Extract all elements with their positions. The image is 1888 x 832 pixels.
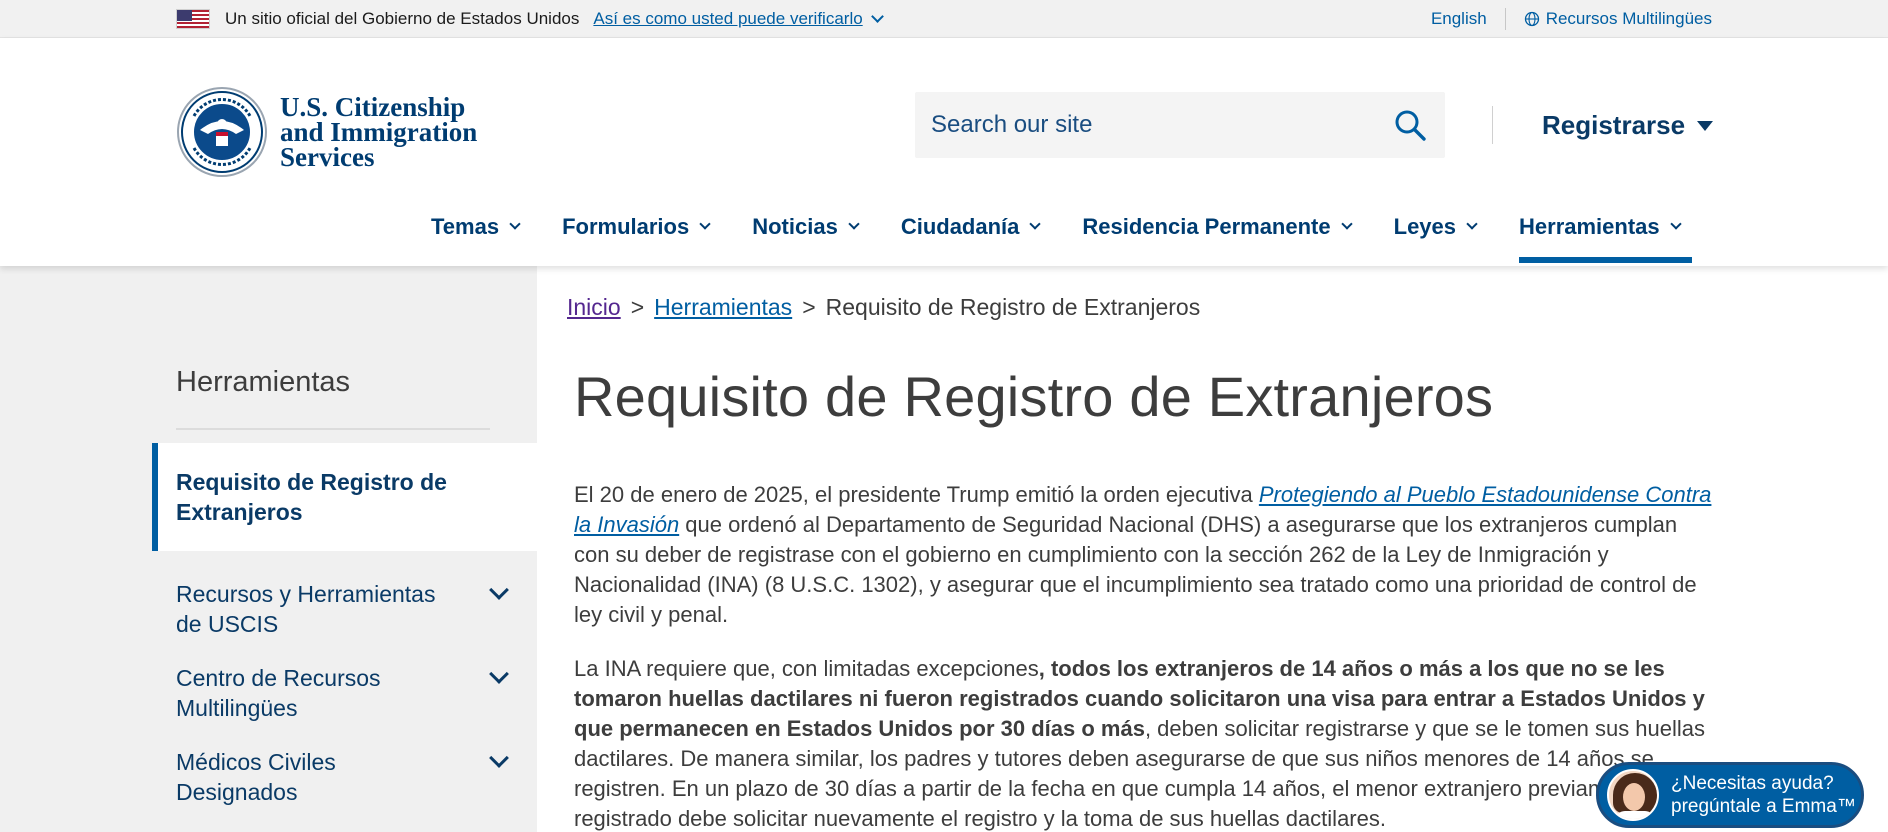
search-input[interactable]	[915, 111, 1375, 139]
nav-item-noticias[interactable]: Noticias	[752, 210, 860, 266]
sidebar-item-label: Recursos y Herramientas de USCIS	[176, 581, 436, 637]
divider	[1504, 8, 1506, 30]
uscis-logo[interactable]: U.S. Citizenship and Immigration Service…	[176, 86, 477, 178]
nav-item-formularios[interactable]: Formularios	[562, 210, 711, 266]
nav-item-herramientas[interactable]: Herramientas	[1519, 210, 1692, 266]
chevron-down-icon[interactable]	[489, 580, 509, 600]
nav-item-label: Noticias	[752, 214, 838, 239]
sidebar-item-label: Médicos Civiles Designados	[176, 749, 336, 805]
page-title: Requisito de Registro de Extranjeros	[574, 365, 1494, 428]
search-icon[interactable]	[1393, 108, 1427, 142]
globe-icon	[1524, 11, 1539, 27]
divider	[1492, 106, 1493, 144]
emma-chat-button[interactable]: ¿Necesitas ayuda? pregúntale a Emma™	[1596, 762, 1864, 828]
verify-link[interactable]: Así es como usted puede verificarlo	[593, 9, 884, 29]
nav-item-label: Herramientas	[1519, 214, 1660, 239]
search-box	[915, 92, 1445, 158]
nav-item-label: Residencia Permanente	[1082, 214, 1331, 239]
official-site-text: Un sitio oficial del Gobierno de Estados…	[225, 9, 580, 28]
nav-item-label: Ciudadanía	[900, 214, 1020, 239]
chevron-down-icon	[848, 218, 860, 230]
nav-item-residencia-permanente[interactable]: Residencia Permanente	[1082, 210, 1353, 266]
paragraph-ina-requirement: La INA requiere que, con limitadas excep…	[574, 654, 1714, 832]
sidebar-item-label: Centro de Recursos Multilingües	[176, 665, 381, 721]
paragraph-executive-order: El 20 de enero de 2025, el presidente Tr…	[574, 480, 1714, 630]
main-content: El 20 de enero de 2025, el presidente Tr…	[574, 480, 1714, 832]
sidebar-item-requisito-registro[interactable]: Requisito de Registro de Extranjeros	[152, 443, 537, 551]
paragraph-text: que ordenó al Departamento de Seguridad …	[574, 512, 1697, 627]
agency-name-line: Services	[280, 141, 375, 172]
chat-label: ¿Necesitas ayuda? pregúntale a Emma™	[1671, 772, 1856, 818]
chevron-down-icon	[1340, 218, 1353, 230]
breadcrumb-section-link[interactable]: Herramientas	[654, 294, 792, 321]
breadcrumb-separator: >	[802, 294, 816, 320]
chat-label-line: ¿Necesitas ayuda?	[1671, 773, 1834, 794]
nav-item-label: Temas	[431, 214, 500, 239]
nav-item-leyes[interactable]: Leyes	[1393, 210, 1478, 266]
divider	[176, 428, 490, 430]
english-language-link[interactable]: English	[1431, 9, 1487, 29]
chevron-down-icon	[1029, 218, 1042, 230]
nav-item-label: Formularios	[562, 214, 690, 239]
agency-name-line: and Immigration	[280, 116, 478, 147]
chevron-down-icon	[509, 218, 521, 230]
sidebar: Herramientas Requisito de Registro de Ex…	[0, 266, 537, 832]
agency-name: U.S. Citizenship and Immigration Service…	[280, 91, 478, 172]
gov-banner: Un sitio oficial del Gobierno de Estados…	[0, 0, 1888, 38]
register-label: Registrarse	[1542, 110, 1686, 140]
chevron-down-icon[interactable]	[489, 664, 509, 684]
us-flag-icon	[176, 9, 210, 29]
nav-item-temas[interactable]: Temas	[431, 210, 521, 266]
chevron-down-icon[interactable]	[489, 748, 509, 768]
caret-down-icon	[1697, 120, 1714, 131]
chevron-down-icon	[699, 218, 711, 230]
breadcrumb-home-link[interactable]: Inicio	[567, 294, 621, 321]
breadcrumb-current: Requisito de Registro de Extranjeros	[825, 294, 1201, 320]
sidebar-item-recursos-herramientas[interactable]: Recursos y Herramientas de USCIS	[176, 579, 509, 639]
dhs-seal-icon	[177, 87, 267, 177]
paragraph-text: El 20 de enero de 2025, el presidente Tr…	[574, 482, 1259, 507]
sidebar-title: Herramientas	[176, 366, 351, 398]
emma-avatar	[1607, 769, 1659, 821]
sidebar-item-medicos-civiles[interactable]: Médicos Civiles Designados	[176, 747, 509, 807]
nav-item-label: Leyes	[1393, 214, 1457, 239]
paragraph-text: La INA requiere que, con limitadas excep…	[574, 656, 1039, 681]
main-navigation: Temas Formularios Noticias Ciudadanía Re…	[431, 210, 1723, 266]
multilingual-resources-link[interactable]: Recursos Multilingües	[1546, 9, 1712, 29]
chevron-down-icon	[1466, 218, 1478, 230]
verify-link-label: Así es como usted puede verificarlo	[593, 9, 863, 28]
chat-label-line: pregúntale a Emma™	[1671, 796, 1856, 817]
site-header: U.S. Citizenship and Immigration Service…	[0, 38, 1888, 266]
sidebar-item-centro-recursos[interactable]: Centro de Recursos Multilingües	[176, 663, 509, 723]
chevron-down-icon	[870, 10, 884, 23]
agency-name-line: U.S. Citizenship	[280, 91, 466, 122]
breadcrumb: Inicio > Herramientas > Requisito de Reg…	[567, 294, 1200, 321]
breadcrumb-separator: >	[630, 294, 645, 320]
chevron-down-icon	[1669, 218, 1682, 230]
nav-item-ciudadania[interactable]: Ciudadanía	[900, 210, 1042, 266]
register-menu-button[interactable]: Registrarse	[1542, 110, 1714, 141]
